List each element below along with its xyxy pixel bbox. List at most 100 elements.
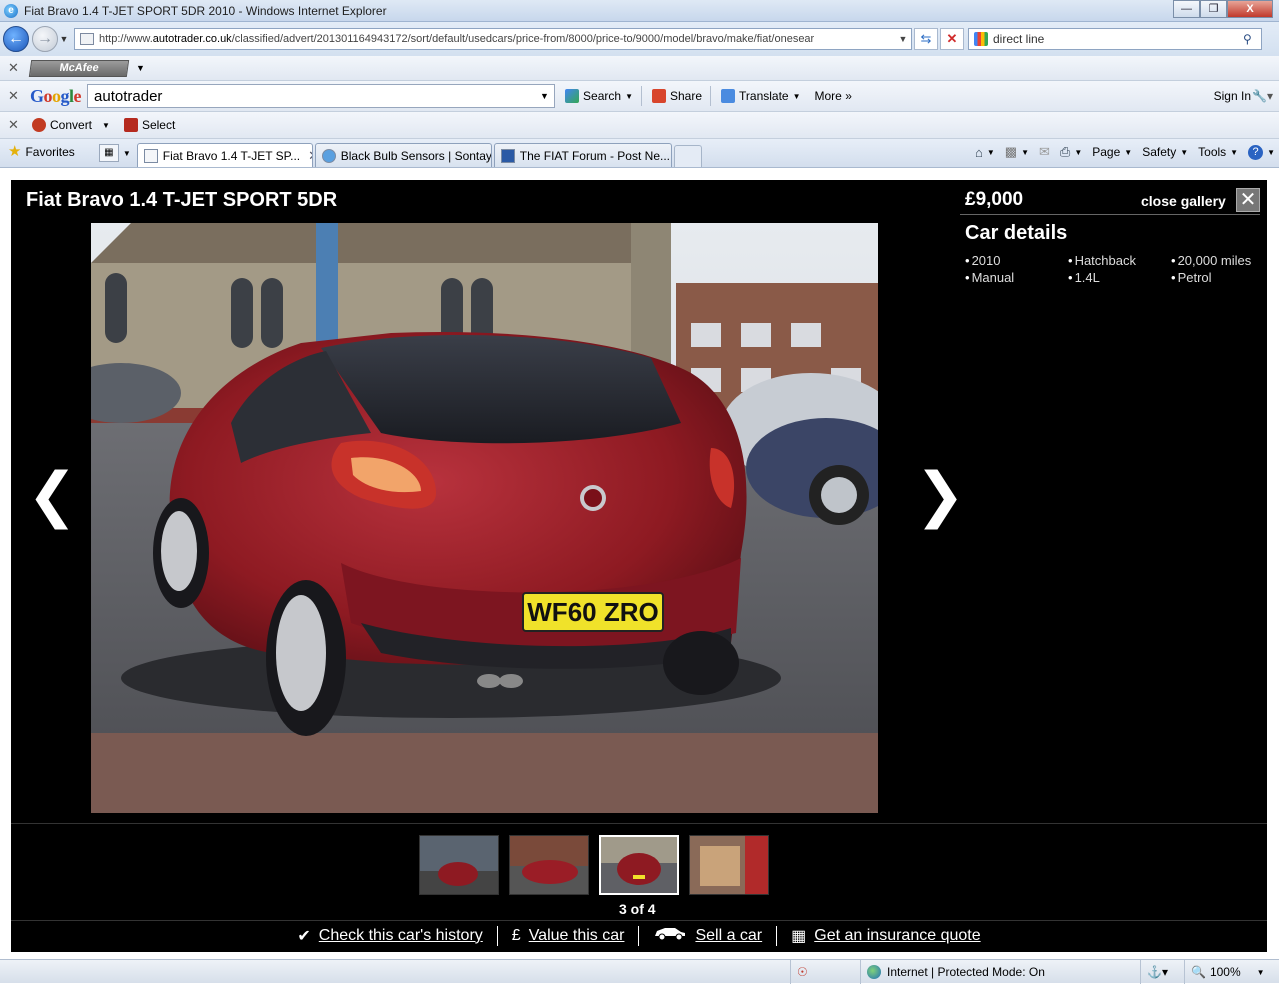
insurance-quote-link[interactable]: ▦ Get an insurance quote bbox=[777, 926, 994, 946]
next-photo-arrow-icon[interactable]: ❯ bbox=[915, 465, 965, 525]
fiat-forum-icon bbox=[500, 148, 515, 163]
close-tab-icon[interactable]: ✕ bbox=[308, 148, 312, 164]
favorites-button[interactable]: Favorites bbox=[25, 145, 74, 159]
detail-fuel: Petrol bbox=[1171, 270, 1265, 285]
favorites-tab-bar: ★ Favorites ▦ ▼ Fiat Bravo 1.4 T-JET SP.… bbox=[0, 139, 1279, 168]
photo-counter: 3 of 4 bbox=[619, 901, 656, 917]
google-search-input[interactable]: autotrader ▼ bbox=[87, 84, 556, 108]
close-gallery-link[interactable]: close gallery bbox=[1141, 193, 1226, 209]
close-toolbar-icon[interactable]: ✕ bbox=[8, 60, 22, 76]
popup-blocker-icon[interactable]: ☉ bbox=[790, 960, 860, 984]
maximize-button[interactable]: ❐ bbox=[1200, 0, 1227, 18]
zoom-level[interactable]: 🔍 100% ▼ bbox=[1184, 960, 1279, 984]
previous-photo-arrow-icon[interactable]: ❮ bbox=[27, 465, 77, 525]
minimize-button[interactable]: — bbox=[1173, 0, 1200, 18]
url-text[interactable]: http://www.autotrader.co.uk/classified/a… bbox=[99, 33, 895, 45]
url-dropdown-icon[interactable]: ▼ bbox=[895, 34, 911, 44]
page-content: Fiat Bravo 1.4 T-JET SPORT 5DR £9,000 cl… bbox=[0, 168, 1279, 959]
select-icon bbox=[123, 118, 138, 132]
protected-mode-icon[interactable]: ⚓▾ bbox=[1140, 960, 1184, 984]
divider bbox=[960, 214, 1260, 215]
car-price: £9,000 bbox=[965, 189, 1024, 210]
google-search-button[interactable]: Search ▼ bbox=[561, 85, 637, 107]
car-details-heading: Car details bbox=[965, 222, 1068, 244]
gallery-title: Fiat Bravo 1.4 T-JET SPORT 5DR bbox=[26, 189, 338, 211]
thumbnail-2[interactable] bbox=[509, 835, 589, 895]
mcafee-dropdown-icon[interactable]: ▼ bbox=[136, 63, 145, 73]
compatibility-refresh-icon[interactable]: ⇆ bbox=[914, 28, 938, 50]
tab-fiat-bravo[interactable]: Fiat Bravo 1.4 T-JET SP... ✕ bbox=[136, 143, 313, 167]
close-toolbar-icon[interactable]: ✕ bbox=[8, 117, 22, 133]
detail-mileage: 20,000 miles bbox=[1171, 253, 1265, 268]
google-search-icon bbox=[565, 89, 580, 103]
print-button[interactable]: ⎙ ▼ bbox=[1060, 144, 1082, 160]
google-logo: Google bbox=[30, 85, 82, 106]
tab-black-bulb-sensors[interactable]: Black Bulb Sensors | Sontay bbox=[314, 143, 492, 167]
url-field[interactable]: http://www.autotrader.co.uk/classified/a… bbox=[74, 28, 912, 50]
page-icon bbox=[80, 33, 94, 45]
tab-list-dropdown-icon[interactable]: ▼ bbox=[123, 149, 131, 158]
convert-icon bbox=[32, 118, 46, 132]
google-search-dropdown-icon[interactable]: ▼ bbox=[540, 91, 554, 101]
window-title: Fiat Bravo 1.4 T-JET SPORT 5DR 2010 - Wi… bbox=[24, 3, 387, 18]
number-plate-text: WF60 ZRO bbox=[527, 597, 658, 627]
forward-button[interactable]: → bbox=[32, 26, 58, 52]
globe-icon bbox=[867, 965, 881, 979]
share-icon bbox=[651, 89, 666, 103]
close-window-button[interactable]: X bbox=[1227, 0, 1273, 18]
read-mail-button[interactable]: ✉ bbox=[1039, 144, 1050, 160]
convert-button[interactable]: Convert ▼ bbox=[28, 114, 114, 136]
tab-fiat-forum[interactable]: The FIAT Forum - Post Ne... bbox=[493, 143, 672, 167]
close-toolbar-icon[interactable]: ✕ bbox=[8, 88, 22, 104]
car-photo-illustration: WF60 ZRO bbox=[91, 223, 878, 813]
value-car-link[interactable]: £ Value this car bbox=[498, 927, 639, 945]
safety-menu[interactable]: Safety ▼ bbox=[1142, 145, 1188, 159]
divider bbox=[11, 823, 1267, 824]
mcafee-button[interactable]: McAfee bbox=[28, 59, 130, 77]
pound-icon: £ bbox=[511, 926, 521, 944]
sign-in-link[interactable]: Sign In bbox=[1214, 89, 1251, 103]
window-title-bar: e Fiat Bravo 1.4 T-JET SPORT 5DR 2010 - … bbox=[0, 0, 1279, 22]
home-button[interactable]: ⌂ ▼ bbox=[975, 145, 995, 160]
wrench-icon[interactable]: 🔧▾ bbox=[1252, 89, 1273, 103]
window-controls: — ❐ X bbox=[1173, 0, 1273, 18]
close-gallery-icon[interactable]: ✕ bbox=[1236, 188, 1260, 212]
new-tab-button[interactable] bbox=[673, 145, 702, 167]
security-zone[interactable]: Internet | Protected Mode: On bbox=[860, 960, 1140, 984]
convert-toolbar: ✕ Convert ▼ Select bbox=[0, 112, 1279, 139]
google-search-provider-icon bbox=[974, 32, 988, 46]
car-icon bbox=[653, 926, 687, 945]
thumbnail-1[interactable] bbox=[419, 835, 499, 895]
car-details-list: 2010 Hatchback 20,000 miles Manual 1.4L … bbox=[965, 253, 1265, 285]
detail-transmission: Manual bbox=[965, 270, 1068, 285]
sell-car-link[interactable]: Sell a car bbox=[639, 926, 776, 945]
feeds-button[interactable]: ▩ ▼ bbox=[1005, 144, 1029, 160]
help-button[interactable]: ? ▼ bbox=[1248, 144, 1275, 160]
ie-page-icon bbox=[321, 148, 336, 163]
more-button[interactable]: More » bbox=[811, 85, 856, 107]
search-icon[interactable]: ⚲ bbox=[1243, 32, 1261, 46]
gallery-action-links: ✔ Check this car's history £ Value this … bbox=[11, 920, 1267, 950]
thumbnail-4[interactable] bbox=[689, 835, 769, 895]
quick-tabs-icon[interactable]: ▦ bbox=[98, 144, 119, 162]
share-button[interactable]: Share bbox=[648, 85, 706, 107]
address-bar-row: ← → ▼ http://www.autotrader.co.uk/classi… bbox=[0, 22, 1279, 56]
history-dropdown-icon[interactable]: ▼ bbox=[58, 34, 70, 44]
stop-icon[interactable]: ✕ bbox=[940, 28, 964, 50]
thumbnail-strip bbox=[419, 835, 779, 895]
tools-menu[interactable]: Tools ▼ bbox=[1198, 145, 1238, 159]
check-history-link[interactable]: ✔ Check this car's history bbox=[283, 926, 496, 946]
thumbnail-3-selected[interactable] bbox=[599, 835, 679, 895]
back-button[interactable]: ← bbox=[3, 26, 29, 52]
check-icon: ✔ bbox=[297, 927, 311, 945]
favorites-star-icon[interactable]: ★ bbox=[8, 142, 21, 160]
detail-body-type: Hatchback bbox=[1068, 253, 1171, 268]
select-button[interactable]: Select bbox=[120, 114, 179, 136]
detail-year: 2010 bbox=[965, 253, 1068, 268]
command-bar: ⌂ ▼ ▩ ▼ ✉ ⎙ ▼ Page ▼ Safety ▼ Tools ▼ ? ▼ bbox=[965, 144, 1275, 160]
page-menu[interactable]: Page ▼ bbox=[1092, 145, 1132, 159]
calculator-icon: ▦ bbox=[791, 927, 807, 945]
search-input[interactable]: direct line ⚲ bbox=[968, 28, 1262, 50]
page-icon bbox=[143, 148, 158, 163]
translate-button[interactable]: Translate ▼ bbox=[717, 85, 805, 107]
